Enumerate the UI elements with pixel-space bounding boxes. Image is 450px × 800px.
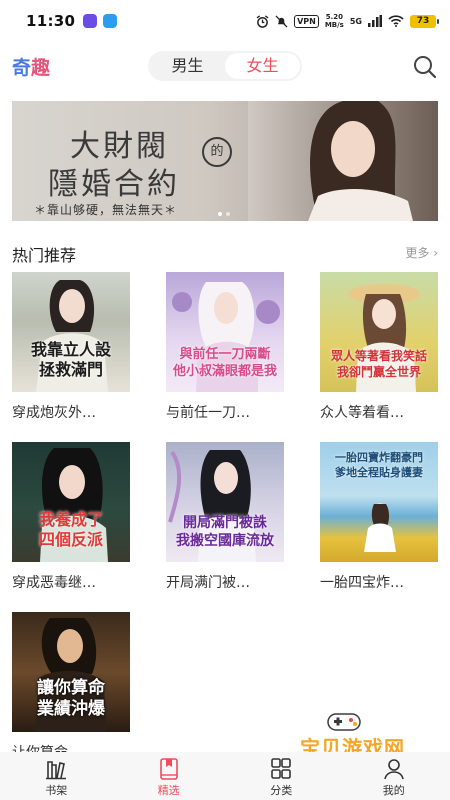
pager-dot [218, 212, 222, 216]
signal-label: 5G [349, 16, 362, 26]
mute-icon [275, 14, 288, 28]
book-card[interactable]: 一胎四寶炸翻豪門 爹地全程貼身護妻 一胎四宝炸… [320, 442, 438, 591]
net-speed: 5.20 MB/s [324, 13, 344, 29]
book-cover: 與前任一刀兩斷 他小叔滿眼都是我 [166, 272, 284, 392]
book-title: 与前任一刀… [166, 405, 250, 421]
cover-caption: 一胎四寶炸翻豪門 爹地全程貼身護妻 [335, 451, 423, 479]
book-cover: 眾人等著看我笑話 我卻鬥贏全世界 [320, 272, 438, 392]
gamepad-logo-icon [327, 713, 361, 731]
status-time: 11:30 [26, 12, 76, 30]
banner-subtitle: ＊靠山够硬，無法無天＊ [34, 203, 178, 217]
nav-profile[interactable]: 我的 [338, 752, 450, 800]
status-bar: 11:30 VPN 5.20 MB/s 5G 73 [0, 0, 450, 42]
book-card[interactable]: 讓你算命 業績沖爆 让你算命… [12, 612, 130, 761]
nav-category[interactable]: 分类 [225, 752, 338, 800]
book-card[interactable]: 眾人等著看我笑話 我卻鬥贏全世界 众人等着看… [320, 272, 438, 421]
wifi-icon [388, 15, 404, 27]
top-header: 奇趣 男生 女生 [0, 42, 450, 90]
cover-caption: 我靠立人設 拯救滿門 [30, 340, 111, 379]
signal-strength-icon [368, 15, 382, 27]
search-icon[interactable] [412, 54, 438, 80]
more-link[interactable]: 更多 › [405, 244, 438, 261]
battery-indicator: 73 [410, 14, 439, 28]
nav-bookshelf[interactable]: 书架 [0, 752, 113, 800]
nav-label: 书架 [45, 784, 68, 797]
book-card[interactable]: 開局滿門被誅 我搬空國庫流放 开局满门被… [166, 442, 284, 591]
bottom-nav: 书架 精选 分类 我的 [0, 752, 450, 800]
book-title: 众人等着看… [320, 405, 404, 421]
book-cover: 一胎四寶炸翻豪門 爹地全程貼身護妻 [320, 442, 438, 562]
book-cover: 我靠立人設 拯救滿門 [12, 272, 130, 392]
featured-book-icon [159, 758, 178, 780]
book-card[interactable]: 與前任一刀兩斷 他小叔滿眼都是我 与前任一刀… [166, 272, 284, 421]
book-cover: 我養成了 四個反派 [12, 442, 130, 562]
app-logo: 奇趣 [12, 53, 50, 80]
nav-label: 分类 [270, 784, 293, 797]
nav-featured[interactable]: 精选 [113, 752, 226, 800]
gender-tab-switch: 男生 女生 [148, 51, 302, 81]
cover-caption: 眾人等著看我笑話 我卻鬥贏全世界 [330, 349, 427, 379]
banner-title-badge: 的 [202, 137, 232, 167]
vpn-badge: VPN [294, 14, 319, 28]
book-card[interactable]: 我靠立人設 拯救滿門 穿成炮灰外… [12, 272, 130, 421]
logo-text-part2: 趣 [31, 57, 51, 79]
cover-caption: 與前任一刀兩斷 他小叔滿眼都是我 [172, 347, 277, 379]
status-notification-icons [83, 14, 118, 28]
profile-icon [383, 759, 404, 780]
section-title: 热门推荐 [12, 246, 77, 265]
banner-pager-dots [218, 212, 230, 216]
book-title: 穿成恶毒继… [12, 575, 96, 591]
app-notification-icon [83, 14, 98, 28]
nav-label: 精选 [157, 784, 180, 797]
pager-dot [226, 212, 230, 216]
app-notification-icon [103, 14, 118, 28]
book-card[interactable]: 我養成了 四個反派 穿成恶毒继… [12, 442, 130, 591]
bookshelf-icon [46, 761, 67, 780]
cover-caption: 開局滿門被誅 我搬空國庫流放 [176, 515, 274, 549]
tab-male[interactable]: 男生 [150, 53, 225, 79]
alarm-icon [256, 14, 269, 28]
logo-text-part1: 奇 [12, 57, 32, 79]
category-grid-icon [271, 758, 292, 779]
nav-label: 我的 [382, 784, 405, 797]
book-cover: 讓你算命 業績沖爆 [12, 612, 130, 732]
promo-banner[interactable]: 大財閥 的 隱婚合約 ＊靠山够硬，無法無天＊ [12, 101, 438, 221]
banner-photo [248, 101, 438, 221]
cover-caption: 我養成了 四個反派 [38, 510, 103, 549]
banner-title-line2: 隱婚合約 [48, 167, 180, 202]
book-title: 一胎四宝炸… [320, 575, 404, 591]
cover-caption: 讓你算命 業績沖爆 [37, 678, 105, 719]
tab-female[interactable]: 女生 [225, 53, 300, 79]
book-cover: 開局滿門被誅 我搬空國庫流放 [166, 442, 284, 562]
status-indicators: VPN 5.20 MB/s 5G 73 [256, 13, 439, 29]
book-title: 开局满门被… [166, 575, 250, 591]
book-title: 穿成炮灰外… [12, 405, 96, 421]
